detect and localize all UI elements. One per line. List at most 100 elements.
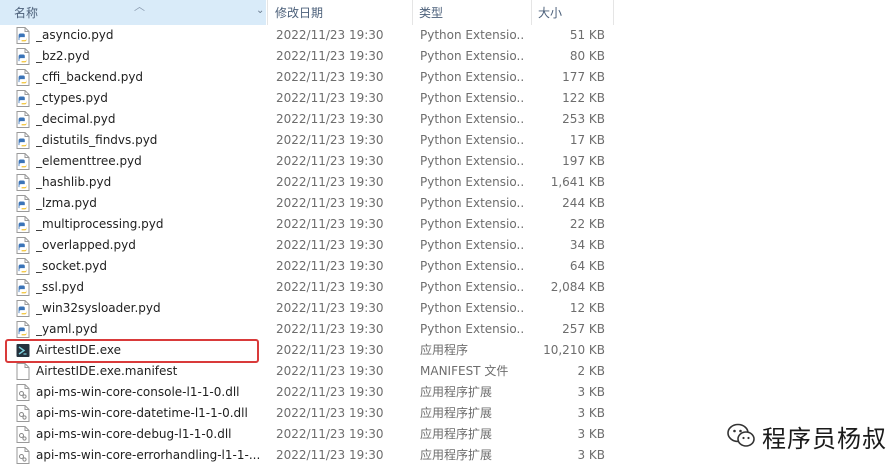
file-row[interactable]: _decimal.pyd 2022/11/23 19:30 Python Exten… bbox=[0, 109, 620, 130]
file-modified-date: 2022/11/23 19:30 bbox=[276, 196, 384, 210]
file-type: Python Extensio... bbox=[420, 175, 525, 189]
file-modified-date: 2022/11/23 19:30 bbox=[276, 154, 384, 168]
file-type: Python Extensio... bbox=[420, 238, 525, 252]
file-modified-date: 2022/11/23 19:30 bbox=[276, 280, 384, 294]
file-name[interactable]: _distutils_findvs.pyd bbox=[36, 130, 266, 151]
file-name[interactable]: _cffi_backend.pyd bbox=[36, 67, 266, 88]
column-header-name[interactable]: 名称 bbox=[0, 0, 266, 25]
file-type: Python Extensio... bbox=[420, 70, 525, 84]
file-name[interactable]: _ctypes.pyd bbox=[36, 88, 266, 109]
file-modified-date: 2022/11/23 19:30 bbox=[276, 28, 384, 42]
file-modified-date: 2022/11/23 19:30 bbox=[276, 301, 384, 315]
file-name[interactable]: _win32sysloader.pyd bbox=[36, 298, 266, 319]
file-row[interactable]: _ssl.pyd 2022/11/23 19:30 Python Extensio.… bbox=[0, 277, 620, 298]
file-size: 3 KB bbox=[577, 406, 605, 420]
file-row[interactable]: api-ms-win-core-console-l1-1-0.dll 2022/1… bbox=[0, 382, 620, 403]
column-divider[interactable] bbox=[613, 0, 614, 25]
file-name[interactable]: _lzma.pyd bbox=[36, 193, 266, 214]
file-type: 应用程序 bbox=[420, 343, 469, 357]
file-type: MANIFEST 文件 bbox=[420, 364, 509, 378]
file-name[interactable]: _socket.pyd bbox=[36, 256, 266, 277]
watermark: 程序员杨叔 bbox=[726, 416, 887, 456]
file-size: 253 KB bbox=[562, 112, 605, 126]
column-header-bar: 名称 ︿ ⌄ 修改日期 类型 大小 bbox=[0, 0, 896, 25]
file-modified-date: 2022/11/23 19:30 bbox=[276, 448, 384, 462]
file-row[interactable]: _elementtree.pyd 2022/11/23 19:30 Python E… bbox=[0, 151, 620, 172]
column-divider[interactable] bbox=[267, 0, 268, 25]
file-size: 257 KB bbox=[562, 322, 605, 336]
file-type: 应用程序扩展 bbox=[420, 406, 493, 420]
file-row[interactable]: _lzma.pyd 2022/11/23 19:30 Python Extensio… bbox=[0, 193, 620, 214]
file-modified-date: 2022/11/23 19:30 bbox=[276, 343, 384, 357]
file-type: Python Extensio... bbox=[420, 217, 525, 231]
file-modified-date: 2022/11/23 19:30 bbox=[276, 259, 384, 273]
file-type: 应用程序扩展 bbox=[420, 385, 493, 399]
file-row[interactable]: AirtestIDE.exe.manifest 2022/11/23 19:30 M… bbox=[0, 361, 620, 382]
file-type: 应用程序扩展 bbox=[420, 427, 493, 441]
file-row[interactable]: _cffi_backend.pyd 2022/11/23 19:30 Python … bbox=[0, 67, 620, 88]
file-row[interactable]: _overlapped.pyd 2022/11/23 19:30 Python Ex… bbox=[0, 235, 620, 256]
file-type: Python Extensio... bbox=[420, 259, 525, 273]
file-name[interactable]: _elementtree.pyd bbox=[36, 151, 266, 172]
file-name[interactable]: _ssl.pyd bbox=[36, 277, 266, 298]
file-name[interactable]: _hashlib.pyd bbox=[36, 172, 266, 193]
file-row[interactable]: _hashlib.pyd 2022/11/23 19:30 Python Exten… bbox=[0, 172, 620, 193]
file-type: 应用程序扩展 bbox=[420, 448, 493, 462]
file-name[interactable]: _decimal.pyd bbox=[36, 109, 266, 130]
file-name[interactable]: _overlapped.pyd bbox=[36, 235, 266, 256]
file-name[interactable]: _yaml.pyd bbox=[36, 319, 266, 340]
file-size: 22 KB bbox=[569, 217, 605, 231]
file-size: 12 KB bbox=[569, 301, 605, 315]
column-header-size[interactable]: 大小 bbox=[532, 0, 612, 25]
file-row[interactable]: _distutils_findvs.pyd 2022/11/23 19:30 Pyt… bbox=[0, 130, 620, 151]
file-modified-date: 2022/11/23 19:30 bbox=[276, 175, 384, 189]
file-size: 177 KB bbox=[562, 70, 605, 84]
file-size: 244 KB bbox=[562, 196, 605, 210]
file-modified-date: 2022/11/23 19:30 bbox=[276, 91, 384, 105]
wechat-icon bbox=[727, 423, 755, 447]
file-size: 3 KB bbox=[577, 427, 605, 441]
file-name[interactable]: _multiprocessing.pyd bbox=[36, 214, 266, 235]
file-size: 122 KB bbox=[562, 91, 605, 105]
file-row[interactable]: api-ms-win-core-errorhandling-l1-1-... 20… bbox=[0, 445, 620, 466]
watermark-text: 程序员杨叔 bbox=[762, 424, 887, 453]
file-modified-date: 2022/11/23 19:30 bbox=[276, 385, 384, 399]
chevron-down-icon[interactable]: ⌄ bbox=[256, 5, 264, 16]
column-header-date[interactable]: 修改日期 bbox=[269, 0, 412, 25]
file-row[interactable]: _win32sysloader.pyd 2022/11/23 19:30 Pytho… bbox=[0, 298, 620, 319]
file-type: Python Extensio... bbox=[420, 49, 525, 63]
file-name[interactable]: api-ms-win-core-debug-l1-1-0.dll bbox=[36, 424, 266, 445]
file-name[interactable]: _bz2.pyd bbox=[36, 46, 266, 67]
file-size: 34 KB bbox=[569, 238, 605, 252]
file-modified-date: 2022/11/23 19:30 bbox=[276, 133, 384, 147]
file-size: 64 KB bbox=[569, 259, 605, 273]
highlight-box bbox=[5, 339, 259, 363]
file-size: 2 KB bbox=[577, 364, 605, 378]
file-name[interactable]: AirtestIDE.exe.manifest bbox=[36, 361, 266, 382]
file-name[interactable]: api-ms-win-core-errorhandling-l1-1-... bbox=[36, 445, 266, 466]
file-type: Python Extensio... bbox=[420, 28, 525, 42]
file-size: 17 KB bbox=[569, 133, 605, 147]
file-row[interactable]: _bz2.pyd 2022/11/23 19:30 Python Extensio.… bbox=[0, 46, 620, 67]
column-header-type[interactable]: 类型 bbox=[413, 0, 531, 25]
file-type: Python Extensio... bbox=[420, 280, 525, 294]
file-row[interactable]: _yaml.pyd 2022/11/23 19:30 Python Extensio… bbox=[0, 319, 620, 340]
file-type: Python Extensio... bbox=[420, 133, 525, 147]
file-row[interactable]: api-ms-win-core-datetime-l1-1-0.dll 2022/… bbox=[0, 403, 620, 424]
file-name[interactable]: api-ms-win-core-console-l1-1-0.dll bbox=[36, 382, 266, 403]
file-row[interactable]: api-ms-win-core-debug-l1-1-0.dll 2022/11/… bbox=[0, 424, 620, 445]
file-row[interactable]: _ctypes.pyd 2022/11/23 19:30 Python Extens… bbox=[0, 88, 620, 109]
file-type: Python Extensio... bbox=[420, 112, 525, 126]
file-type: Python Extensio... bbox=[420, 154, 525, 168]
file-name[interactable]: api-ms-win-core-datetime-l1-1-0.dll bbox=[36, 403, 266, 424]
file-type: Python Extensio... bbox=[420, 322, 525, 336]
file-type: Python Extensio... bbox=[420, 91, 525, 105]
file-modified-date: 2022/11/23 19:30 bbox=[276, 238, 384, 252]
file-name[interactable]: _asyncio.pyd bbox=[36, 25, 266, 46]
file-modified-date: 2022/11/23 19:30 bbox=[276, 70, 384, 84]
file-size: 80 KB bbox=[569, 49, 605, 63]
file-row[interactable]: _socket.pyd 2022/11/23 19:30 Python Extens… bbox=[0, 256, 620, 277]
file-size: 2,084 KB bbox=[550, 280, 605, 294]
file-row[interactable]: _multiprocessing.pyd 2022/11/23 19:30 Pyth… bbox=[0, 214, 620, 235]
file-row[interactable]: _asyncio.pyd 2022/11/23 19:30 Python Exten… bbox=[0, 25, 620, 46]
